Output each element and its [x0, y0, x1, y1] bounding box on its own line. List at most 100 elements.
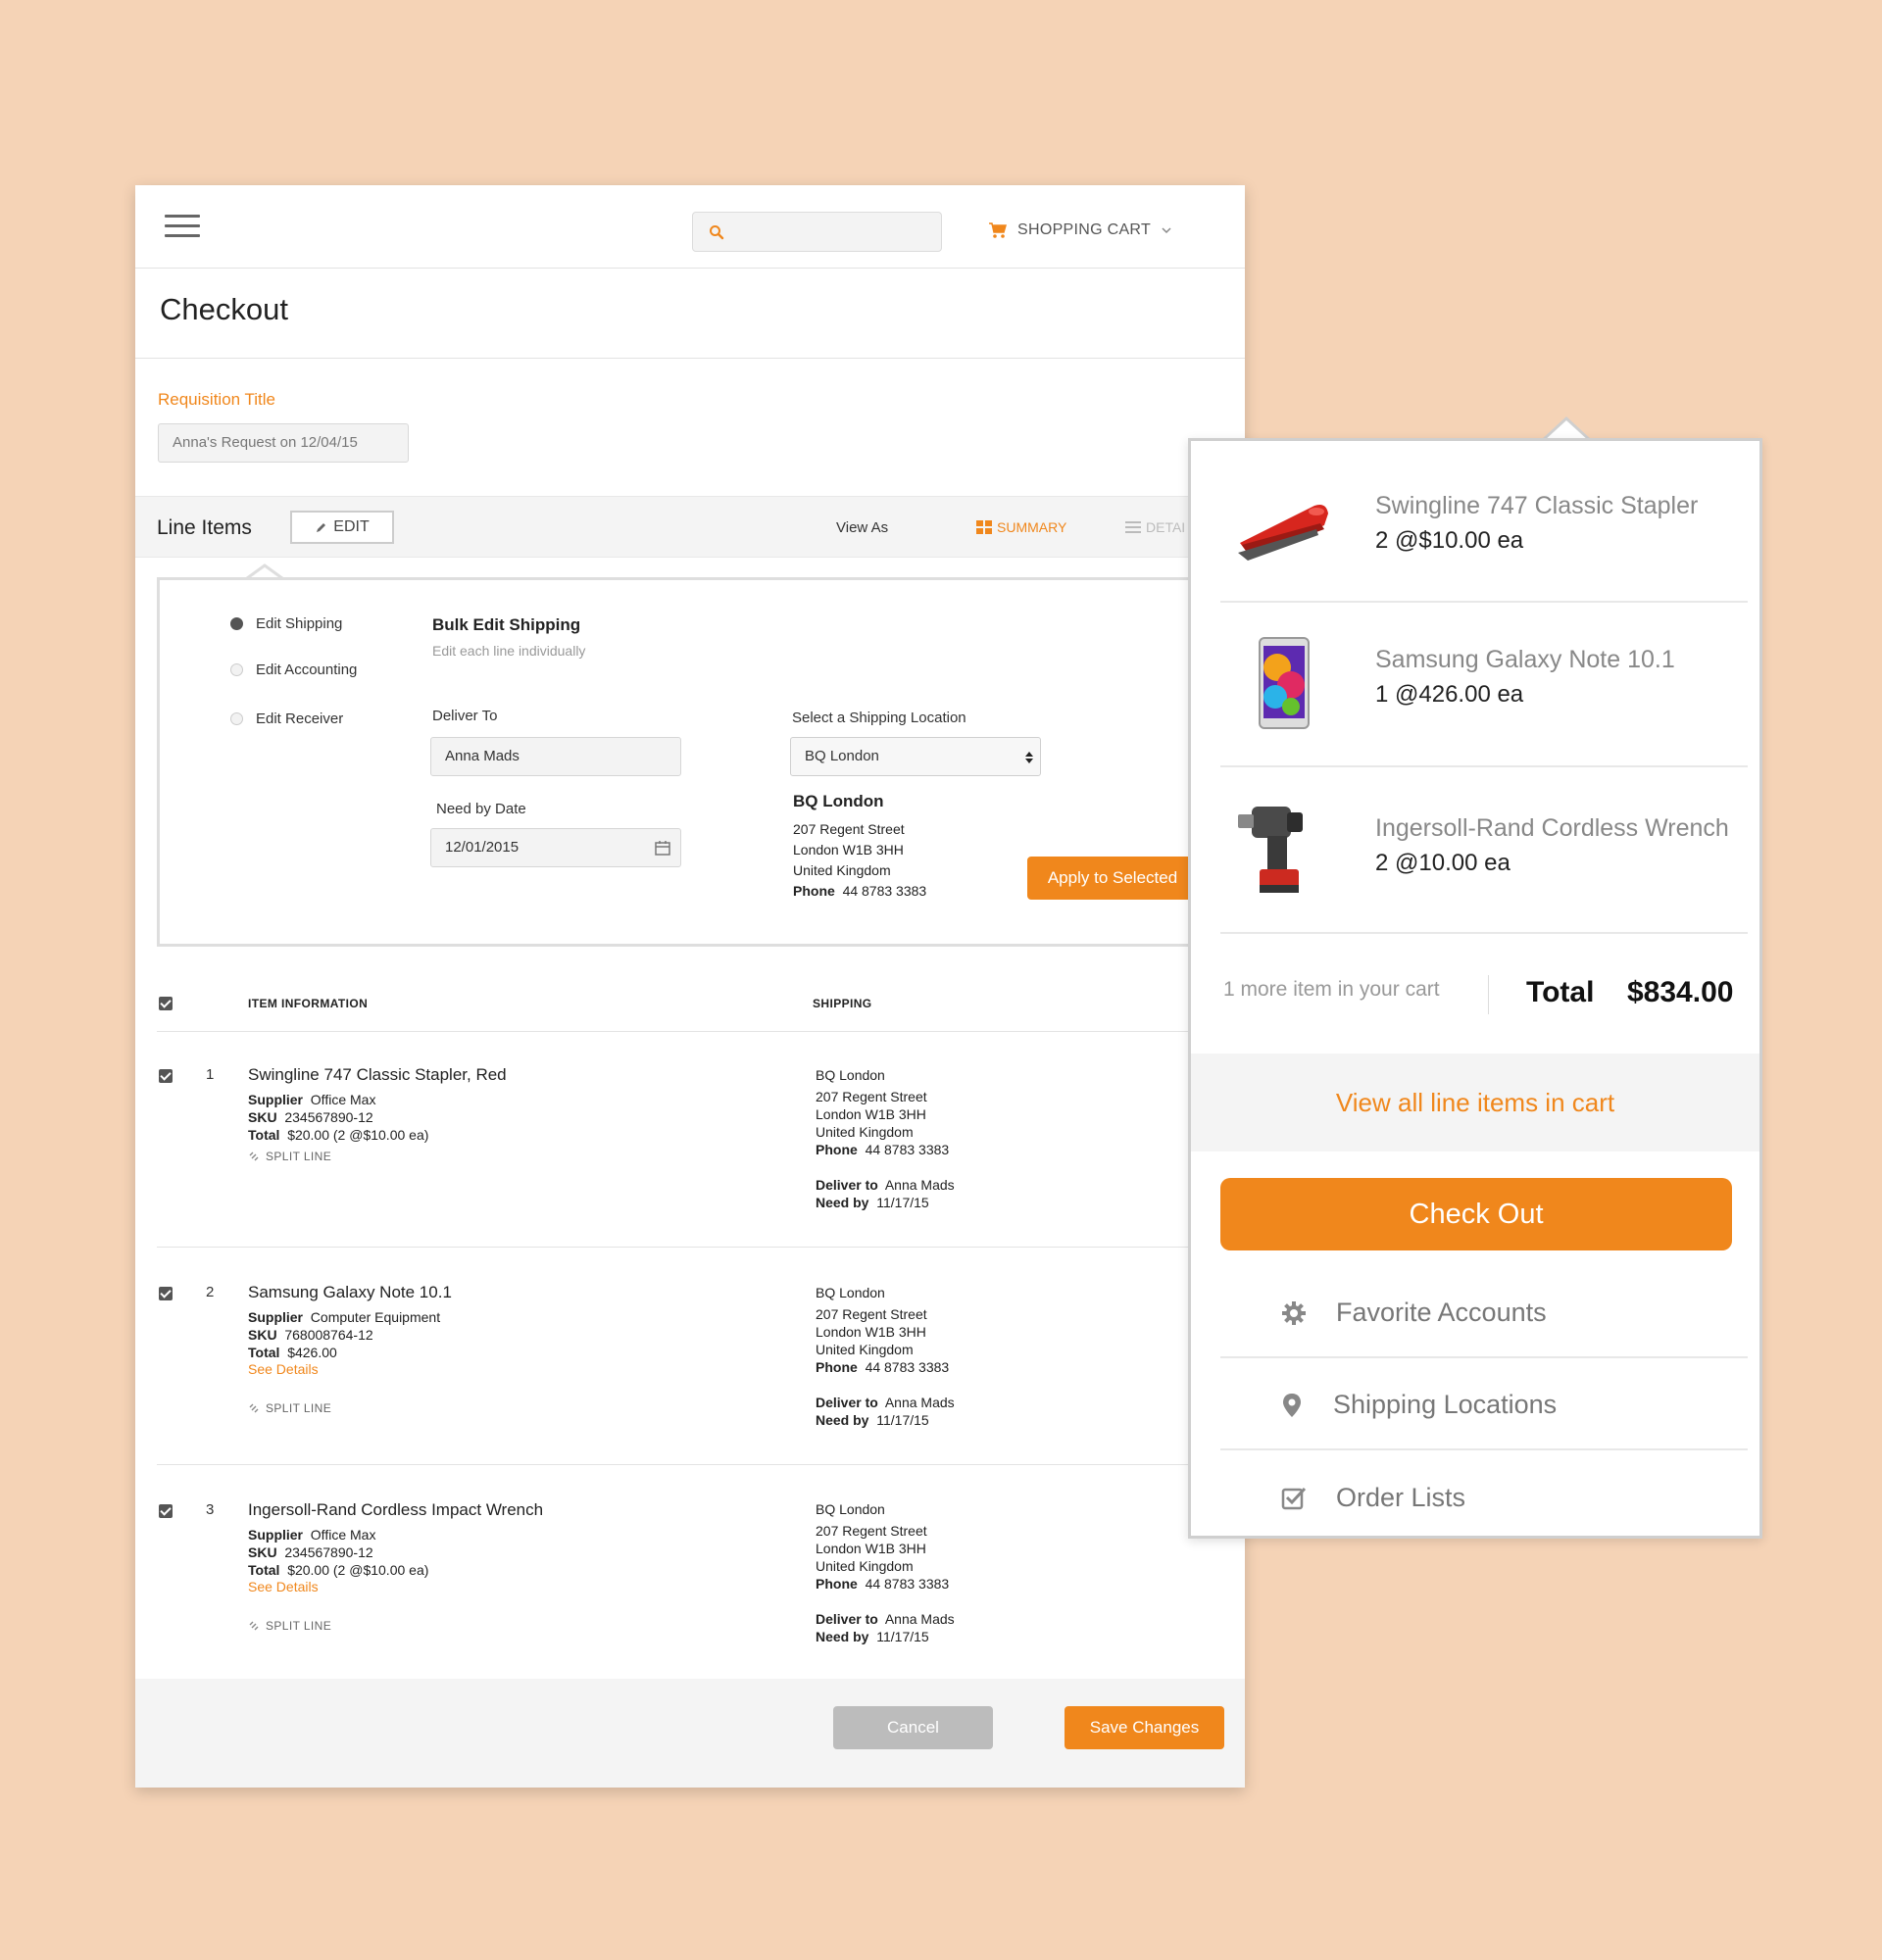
radio-selected[interactable] [230, 617, 243, 630]
link-icon [249, 1621, 259, 1631]
bulk-edit-box: Edit Shipping Edit Accounting Edit Recei… [157, 577, 1245, 947]
row-shipping: BQ London 207 Regent Street London W1B 3… [816, 1284, 955, 1429]
requisition-title-input[interactable]: Anna's Request on 12/04/15 [158, 423, 409, 463]
tablet-image [1259, 637, 1310, 729]
split-line-label: SPLIT LINE [266, 1619, 332, 1633]
page-title: Checkout [160, 292, 288, 326]
cancel-button[interactable]: Cancel [833, 1706, 993, 1749]
row-checkbox[interactable] [159, 1504, 173, 1518]
stapler-image [1238, 505, 1328, 561]
option-edit-receiver[interactable]: Edit Receiver [230, 710, 343, 727]
item-meta: Supplier Computer Equipment SKU 76800876… [248, 1308, 440, 1361]
total-label: Total [1526, 976, 1595, 1008]
ship-address: United Kingdom [816, 1558, 914, 1574]
total-label: Total [248, 1562, 280, 1578]
ship-address: 207 Regent Street [816, 1523, 927, 1539]
option-label: Edit Shipping [256, 615, 343, 632]
sku-line: SKU 234567890-12 [248, 1544, 428, 1561]
ship-phone: Phone 44 8783 3383 [816, 1575, 955, 1592]
deliver-label: Deliver to [816, 1395, 878, 1410]
total-value: $426.00 [287, 1345, 337, 1360]
cart-item[interactable]: Swingline 747 Classic Stapler 2 @$10.00 … [1220, 461, 1748, 603]
deliver-value: Anna Mads [884, 1611, 955, 1627]
cart-item-name: Swingline 747 Classic Stapler [1375, 492, 1699, 519]
total-value: $20.00 (2 @$10.00 ea) [287, 1562, 429, 1578]
link-label: Order Lists [1336, 1482, 1466, 1512]
footer-bar: Cancel Save Changes [135, 1679, 1245, 1788]
apply-to-selected-button[interactable]: Apply to Selected [1027, 857, 1198, 900]
calendar-icon[interactable] [655, 840, 670, 856]
see-details-link[interactable]: See Details [248, 1579, 319, 1594]
total-line: Total $20.00 (2 @$10.00 ea) [248, 1561, 428, 1579]
see-details-link[interactable]: See Details [248, 1361, 319, 1377]
deliver-to-label: Deliver To [432, 708, 498, 724]
radio[interactable] [230, 663, 243, 676]
deliver-value: Anna Mads [884, 1395, 955, 1410]
line-items-title: Line Items [157, 516, 252, 539]
view-all-line-items-link[interactable]: View all line items in cart [1191, 1054, 1759, 1152]
shopping-cart-button[interactable]: SHOPPING CART [988, 217, 1172, 244]
deliver-label: Deliver to [816, 1177, 878, 1193]
need-by-date-input[interactable]: 12/01/2015 [430, 828, 681, 867]
split-line-button[interactable]: SPLIT LINE [248, 1150, 331, 1163]
cart-item-qty: 2 @10.00 ea [1375, 850, 1511, 876]
ship-name: BQ London [816, 1067, 885, 1083]
supplier-value: Computer Equipment [310, 1309, 441, 1325]
select-arrows-icon [1025, 752, 1033, 763]
location-address: 207 Regent Street London W1B 3HH United … [793, 819, 926, 902]
total-label: Total [248, 1127, 280, 1143]
view-as-label: View As [836, 519, 889, 536]
bulk-title: Bulk Edit Shipping [432, 615, 581, 634]
sku-line: SKU 234567890-12 [248, 1108, 428, 1126]
link-icon [249, 1403, 259, 1413]
shipping-location-select[interactable]: BQ London [790, 737, 1041, 776]
summary-view-button[interactable]: SUMMARY [976, 519, 1066, 535]
cart-item-name: Samsung Galaxy Note 10.1 [1375, 646, 1675, 673]
supplier-value: Office Max [310, 1527, 376, 1543]
chevron-down-icon [1162, 227, 1171, 234]
location-name: BQ London [793, 792, 884, 810]
row-shipping: BQ London 207 Regent Street London W1B 3… [816, 1066, 955, 1211]
option-edit-accounting[interactable]: Edit Accounting [230, 662, 357, 678]
phone-value: 44 8783 3383 [865, 1576, 950, 1592]
edit-button[interactable]: EDIT [290, 511, 394, 544]
ship-address: United Kingdom [816, 1124, 914, 1140]
shipping-locations-link[interactable]: Shipping Locations [1220, 1360, 1748, 1450]
sku-value: 234567890-12 [284, 1109, 373, 1125]
row-checkbox[interactable] [159, 1287, 173, 1300]
item-name: Ingersoll-Rand Cordless Impact Wrench [248, 1500, 544, 1519]
menu-icon[interactable] [165, 215, 200, 238]
radio[interactable] [230, 712, 243, 725]
row-shipping: BQ London 207 Regent Street London W1B 3… [816, 1500, 955, 1645]
favorite-accounts-link[interactable]: Favorite Accounts [1220, 1268, 1748, 1358]
option-edit-shipping[interactable]: Edit Shipping [230, 615, 342, 632]
shipping-location-value: BQ London [805, 748, 879, 764]
need-by-date-label: Need by Date [436, 801, 526, 817]
row-checkbox[interactable] [159, 1069, 173, 1083]
deliver-to-input[interactable]: Anna Mads [430, 737, 681, 776]
table-header: ITEM INFORMATION SHIPPING [157, 995, 1245, 1032]
more-items-text[interactable]: 1 more item in your cart [1223, 978, 1440, 1002]
save-changes-button[interactable]: Save Changes [1065, 1706, 1224, 1749]
cart-item[interactable]: Ingersoll-Rand Cordless Wrench 2 @10.00 … [1220, 767, 1748, 934]
split-line-button[interactable]: SPLIT LINE [248, 1619, 331, 1633]
ship-address: United Kingdom [816, 1342, 914, 1357]
ship-need-by: Need by 11/17/15 [816, 1411, 955, 1429]
phone-label: Phone [816, 1142, 858, 1157]
summary-label: SUMMARY [997, 519, 1067, 535]
address-line: 207 Regent Street [793, 821, 905, 837]
search-icon [710, 225, 724, 240]
split-line-button[interactable]: SPLIT LINE [248, 1401, 331, 1415]
col-shipping: SHIPPING [813, 997, 872, 1010]
search-input[interactable] [692, 212, 942, 252]
list-icon [1125, 520, 1141, 533]
order-lists-link[interactable]: Order Lists [1220, 1452, 1748, 1543]
map-pin-icon [1283, 1394, 1301, 1417]
check-out-button[interactable]: Check Out [1220, 1178, 1732, 1250]
detail-view-button[interactable]: DETAI [1125, 519, 1185, 535]
select-all-checkbox[interactable] [159, 997, 173, 1010]
need-by-label: Need by [816, 1412, 869, 1428]
cart-item[interactable]: Samsung Galaxy Note 10.1 1 @426.00 ea [1220, 603, 1748, 767]
total-value: $834.00 [1627, 976, 1734, 1008]
top-bar: SHOPPING CART [135, 185, 1245, 269]
